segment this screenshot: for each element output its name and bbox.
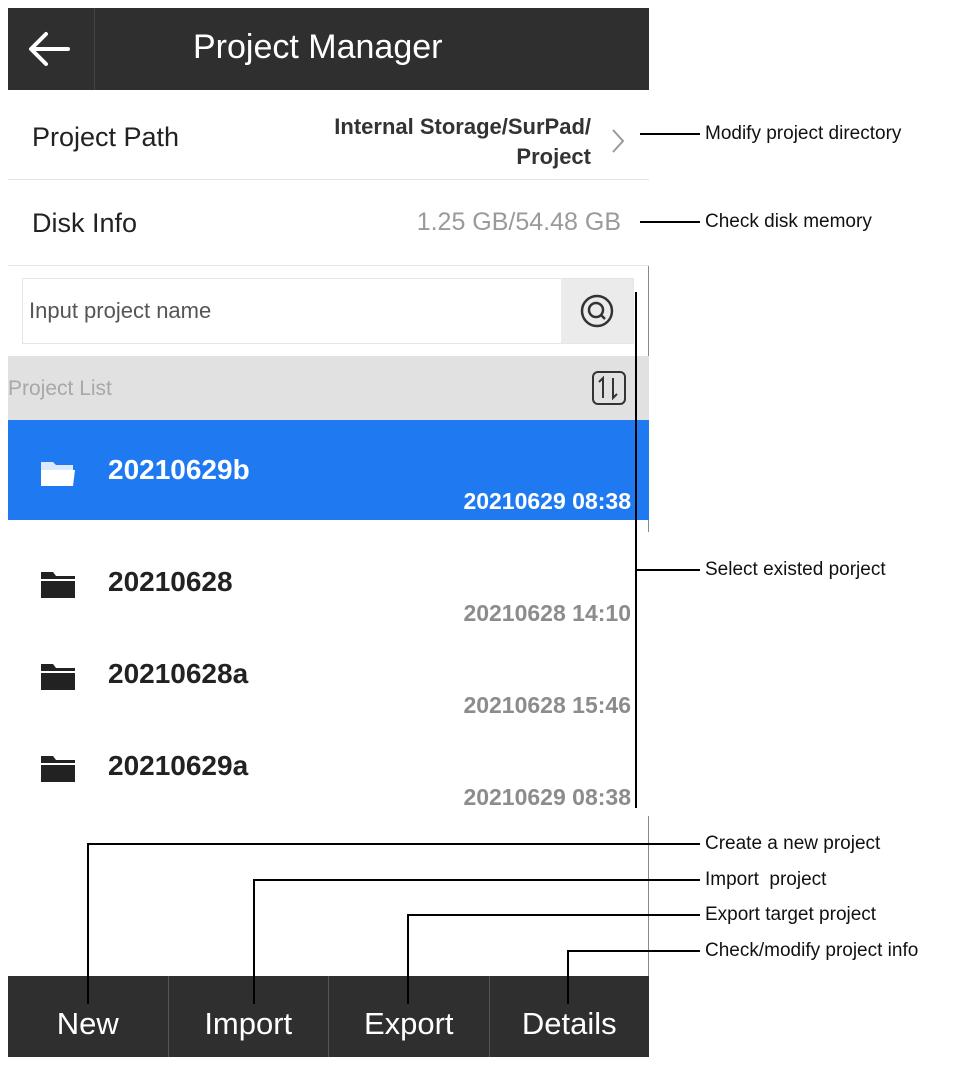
annotation-modify-directory: Modify project directory: [705, 123, 902, 144]
annotation-import-project: Import project: [705, 869, 827, 890]
annotation-check-disk: Check disk memory: [705, 211, 872, 232]
annotation-lines: [87, 133, 700, 1004]
annotation-export-project: Export target project: [705, 904, 877, 925]
annotation-project-info: Check/modify project info: [705, 940, 919, 961]
annotation-create-project: Create a new project: [705, 833, 881, 854]
annotation-select-project: Select existed porject: [705, 559, 886, 580]
